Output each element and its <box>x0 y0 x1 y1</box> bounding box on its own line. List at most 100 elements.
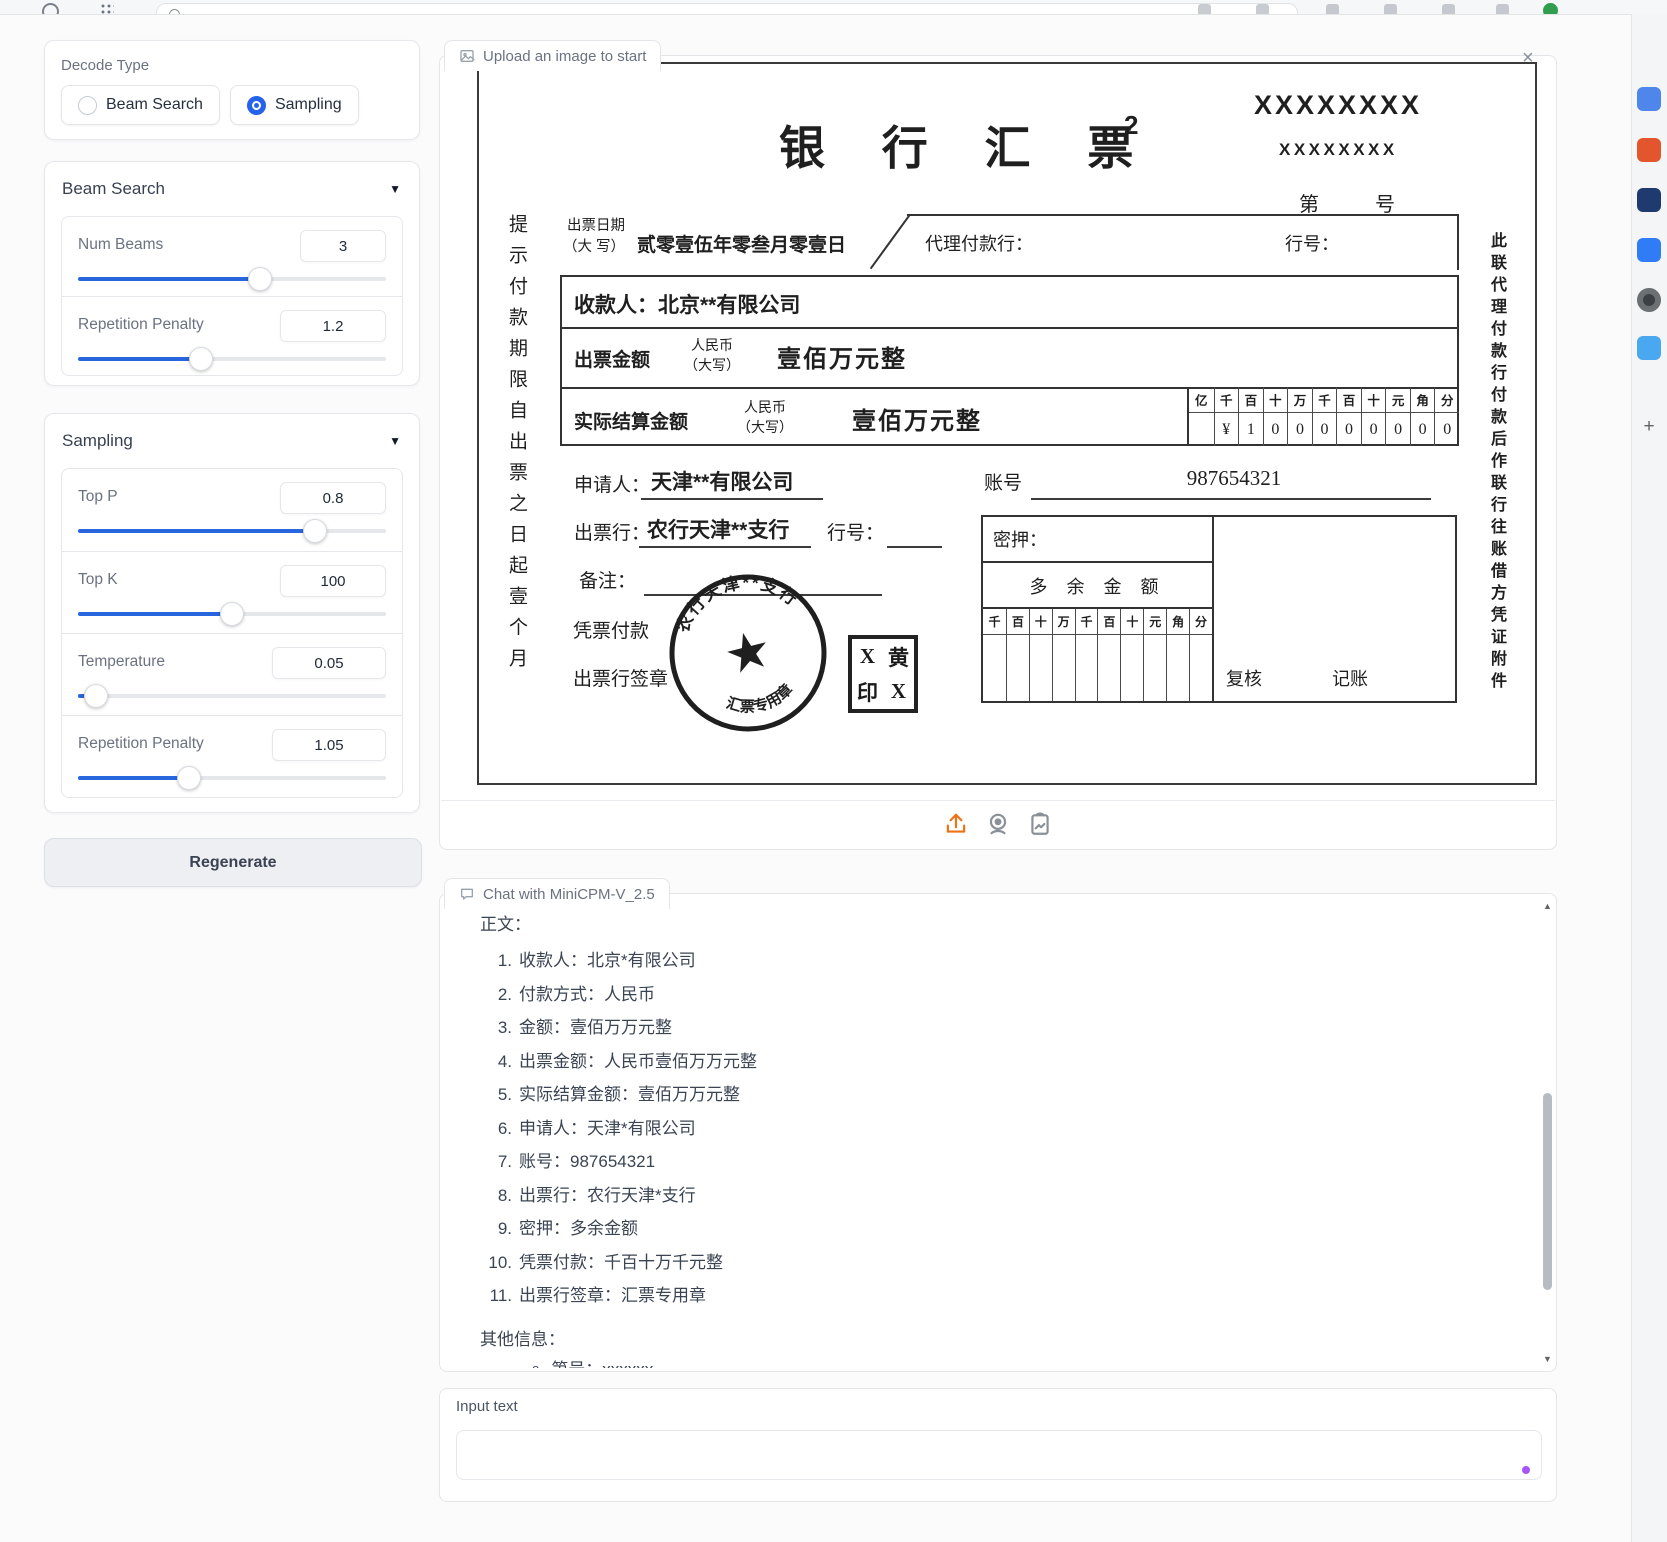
paste-image-icon[interactable] <box>1027 811 1053 837</box>
draft-payee: 收款人：北京**有限公司 <box>574 289 800 319</box>
radio-sampling[interactable]: Sampling <box>230 85 359 125</box>
tools-icon[interactable] <box>1637 188 1661 212</box>
settings-icon[interactable] <box>1442 4 1455 15</box>
scroll-up-icon[interactable]: ▲ <box>1540 901 1555 911</box>
parameter-value-input[interactable]: 3 <box>300 230 386 262</box>
grid-value-cell <box>1097 635 1120 701</box>
chat-list-item: 5.实际结算金额：壹佰万万元整 <box>480 1078 1535 1112</box>
parameter-value-input[interactable]: 1.05 <box>272 729 386 761</box>
download-icon[interactable] <box>1198 4 1211 15</box>
parameter-value-input[interactable]: 1.2 <box>280 310 386 342</box>
webcam-icon[interactable] <box>985 811 1011 837</box>
slider-handle[interactable] <box>177 766 201 790</box>
grid-header-cell: 十 <box>1120 609 1143 635</box>
parameter-value-input[interactable]: 0.05 <box>272 647 386 679</box>
address-bar[interactable] <box>156 3 1298 15</box>
add-icon[interactable]: + <box>1637 415 1661 439</box>
chat-numbered-list: 1.收款人：北京*有限公司2.付款方式：人民币3.金额：壹佰万万元整4.出票金额… <box>480 944 1535 1313</box>
parameter-label: Top K <box>78 565 118 589</box>
slider-fill <box>78 529 315 533</box>
draft-number-suffix: 号 <box>1375 188 1395 217</box>
image-panel-legend: Upload an image to start <box>444 40 661 71</box>
draft-drawer-no-label: 行号： <box>827 518 884 545</box>
image-panel-legend-text: Upload an image to start <box>483 48 646 65</box>
chat-list-item: 9.密押：多余金额 <box>480 1212 1535 1246</box>
slider-handle[interactable] <box>189 347 213 371</box>
grid-header-cell: 千 <box>983 609 1006 635</box>
chat-other-heading: 其他信息： <box>480 1325 1535 1349</box>
chat-heading: 正文： <box>480 910 1535 934</box>
draft-surplus-label: 多 余 金 额 <box>983 573 1212 599</box>
chevron-down-icon[interactable]: ▼ <box>389 434 401 448</box>
draft-date-label-note: （大 写） <box>563 235 625 256</box>
grid-value-cell: ¥ <box>1214 413 1239 446</box>
history-icon[interactable] <box>42 3 59 15</box>
grid-value-cell: 0 <box>1263 413 1288 446</box>
grid-value-cell: 0 <box>1385 413 1410 446</box>
bird-icon[interactable] <box>1637 336 1661 360</box>
beam-search-accordion-header[interactable]: Beam Search ▼ <box>45 162 419 207</box>
close-icon[interactable]: × <box>1522 48 1534 68</box>
slider-track[interactable] <box>78 612 386 616</box>
split-screen-icon[interactable] <box>1384 4 1397 15</box>
apps-grid-icon[interactable] <box>100 3 114 15</box>
slider-fill <box>78 612 232 616</box>
scrollbar-thumb[interactable] <box>1543 1093 1552 1290</box>
slider-track[interactable] <box>78 776 386 780</box>
slider-handle[interactable] <box>84 684 108 708</box>
draft-drawer-sign-label: 出票行签章 <box>573 664 668 691</box>
parameter-row: Top K 100 <box>62 551 402 633</box>
slider-track[interactable] <box>78 277 386 281</box>
profile-avatar[interactable] <box>1543 3 1558 15</box>
slider-track[interactable] <box>78 694 386 698</box>
speech-bubble-icon <box>459 886 475 902</box>
radio-on-icon[interactable] <box>247 96 266 115</box>
bookmark-star-icon[interactable] <box>1256 4 1269 15</box>
radio-beam-search[interactable]: Beam Search <box>61 85 220 125</box>
parameter-label: Repetition Penalty <box>78 310 204 334</box>
slider-handle[interactable] <box>220 602 244 626</box>
draft-secret-label: 密押： <box>993 526 1047 552</box>
beam-search-accordion: Beam Search ▼ Num Beams3Repetition Penal… <box>44 161 420 386</box>
draft-left-vertical-text: 提示付款期限自出票之日起壹个月 <box>503 214 530 704</box>
slider-track[interactable] <box>78 529 386 533</box>
grid-header-cell: 角 <box>1410 387 1435 413</box>
site-info-icon[interactable] <box>169 9 180 15</box>
shopping-icon[interactable] <box>1637 138 1661 162</box>
extensions-icon[interactable] <box>1326 4 1339 15</box>
bookmark-icon[interactable] <box>1637 87 1661 111</box>
chat-scrollbar[interactable]: ▲ ▼ <box>1540 895 1555 1370</box>
grid-value-cell <box>1029 635 1052 701</box>
chat-list-item: 4.出票金额：人民币壹佰万万元整 <box>480 1045 1535 1079</box>
parameter-row: Repetition Penalty 1.2 <box>62 296 402 375</box>
textarea-resize-handle[interactable] <box>1522 1466 1530 1474</box>
input-text-label: Input text <box>456 1398 518 1415</box>
regenerate-button[interactable]: Regenerate <box>44 838 422 887</box>
upload-icon[interactable] <box>943 811 969 837</box>
draft-date-value: 贰零壹伍年零叁月零壹日 <box>637 230 846 257</box>
draft-bank-no-label: 行号： <box>1285 230 1339 256</box>
chat-panel-legend-text: Chat with MiniCPM-V_2.5 <box>483 886 655 903</box>
grid-value-cell <box>983 635 1006 701</box>
grid-value-cell <box>1120 635 1143 701</box>
slider-handle[interactable] <box>303 519 327 543</box>
sampling-accordion-header[interactable]: Sampling ▼ <box>45 414 419 459</box>
draft-account-value: 987654321 <box>1039 466 1429 491</box>
input-textbox[interactable] <box>456 1430 1542 1480</box>
chevron-down-icon[interactable]: ▼ <box>389 182 401 196</box>
draft-date-label: 出票日期 <box>567 214 625 235</box>
scroll-down-icon[interactable]: ▼ <box>1540 1354 1555 1364</box>
slider-handle[interactable] <box>248 267 272 291</box>
radio-off-icon[interactable] <box>78 96 97 115</box>
slider-track[interactable] <box>78 357 386 361</box>
decode-type-label: Decode Type <box>61 57 403 74</box>
draft-drawer-label: 出票行： <box>574 518 650 545</box>
parameter-value-input[interactable]: 0.8 <box>280 482 386 514</box>
draft-number-prefix: 第 <box>1299 188 1319 217</box>
menu-icon[interactable] <box>1496 4 1509 15</box>
chat-bubble-icon[interactable] <box>1637 238 1661 262</box>
draft-amount-label: 出票金额 <box>574 345 650 372</box>
draft-applicant-value: 天津**有限公司 <box>651 466 793 496</box>
parameter-value-input[interactable]: 100 <box>280 565 386 597</box>
camera-icon[interactable] <box>1637 288 1661 312</box>
